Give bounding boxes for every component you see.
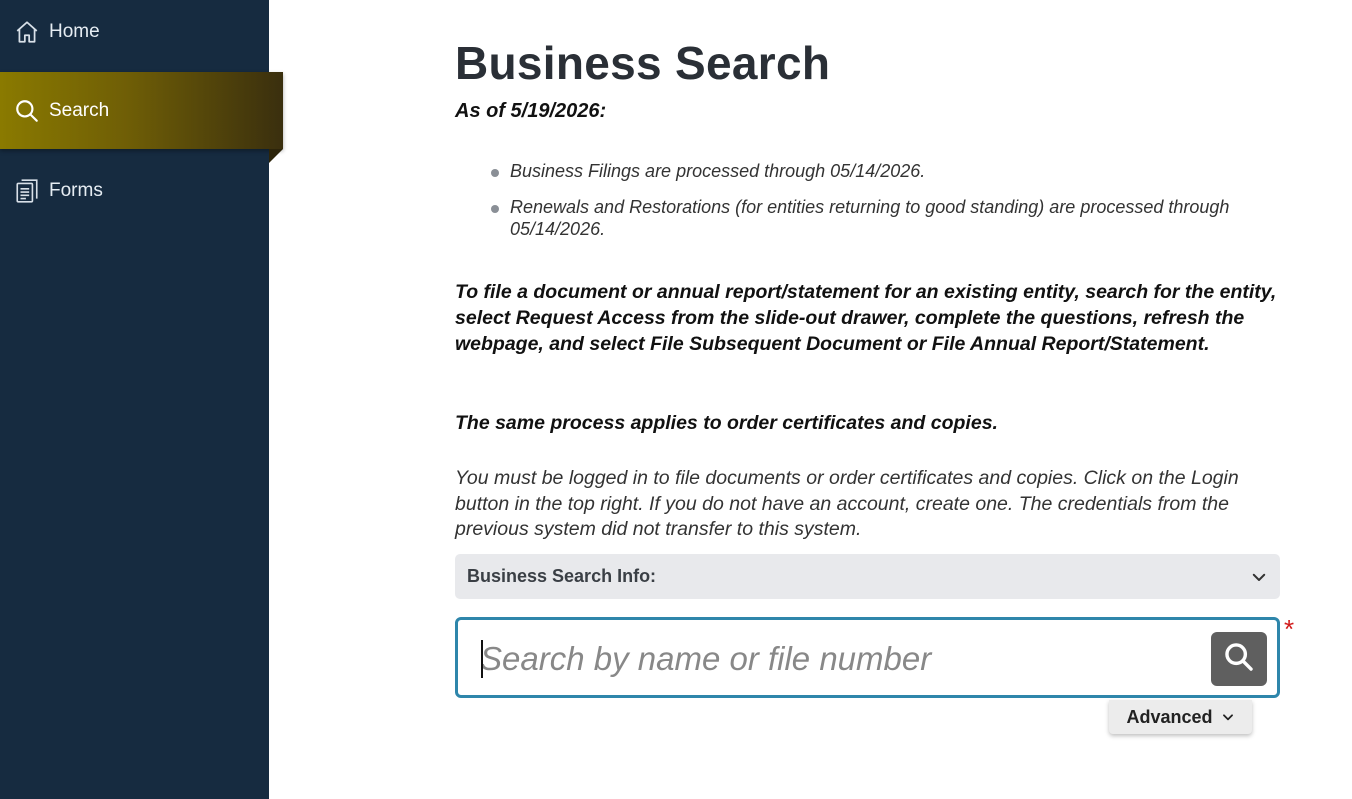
- search-box: [455, 617, 1280, 698]
- login-note: You must be logged in to file documents …: [455, 467, 1239, 540]
- advanced-search-button[interactable]: Advanced: [1109, 700, 1252, 734]
- same-process-note: The same process applies to order certif…: [455, 412, 998, 434]
- advanced-label: Advanced: [1126, 706, 1213, 727]
- text-caret: [481, 640, 483, 678]
- bullet-icon: [491, 169, 499, 177]
- chevron-down-icon: [1250, 568, 1268, 586]
- sidebar-item-label: Home: [49, 20, 100, 42]
- search-icon: [14, 98, 40, 124]
- list-item-text: Renewals and Restorations (for entities …: [510, 197, 1230, 239]
- list-item: Renewals and Restorations (for entities …: [491, 196, 1281, 240]
- sidebar-item-label: Forms: [49, 179, 103, 201]
- processing-status-list: Business Filings are processed through 0…: [491, 160, 1281, 254]
- sidebar-item-label: Search: [49, 99, 110, 121]
- page-title: Business Search: [455, 37, 831, 89]
- active-item-notch: [269, 149, 283, 163]
- search-input[interactable]: [480, 636, 1200, 682]
- magnifier-icon: [1222, 640, 1256, 679]
- home-icon: [14, 19, 40, 45]
- forms-icon: [14, 178, 40, 204]
- sidebar-item-home[interactable]: Home: [0, 0, 269, 70]
- chevron-down-icon: [1221, 710, 1235, 724]
- search-button[interactable]: [1211, 632, 1267, 686]
- info-bar-label: Business Search Info:: [467, 566, 657, 586]
- sidebar: Home Search Forms: [0, 0, 283, 799]
- required-indicator: *: [1284, 614, 1295, 644]
- list-item: Business Filings are processed through 0…: [491, 160, 1281, 182]
- sidebar-item-forms[interactable]: Forms: [0, 152, 269, 229]
- bullet-icon: [491, 205, 499, 213]
- business-search-info-toggle[interactable]: Business Search Info:: [455, 554, 1280, 599]
- as-of-date: As of 5/19/2026:: [455, 100, 607, 122]
- sidebar-item-search[interactable]: Search: [0, 72, 283, 149]
- filing-instructions: To file a document or annual report/stat…: [455, 281, 1277, 355]
- list-item-text: Business Filings are processed through 0…: [510, 161, 926, 181]
